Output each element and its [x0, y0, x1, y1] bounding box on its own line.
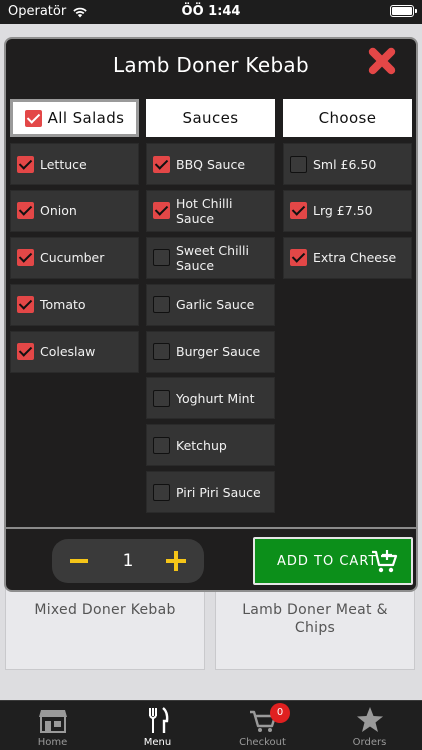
checkbox-checked-icon[interactable]	[17, 343, 34, 361]
checkbox-unchecked-icon[interactable]	[153, 483, 170, 501]
option-label: Sml £6.50	[313, 156, 377, 172]
tab-checkout[interactable]: 0 Checkout	[210, 701, 315, 750]
checkbox-checked-icon[interactable]	[24, 109, 42, 127]
option-garlic-sauce[interactable]: Garlic Sauce	[146, 283, 275, 326]
option-tomato[interactable]: Tomato	[10, 283, 139, 326]
cart-count-badge: 0	[270, 703, 290, 723]
option-cucumber[interactable]: Cucumber	[10, 236, 139, 279]
checkbox-unchecked-icon[interactable]	[153, 249, 170, 267]
battery-icon	[390, 5, 417, 17]
status-bar: Operatör ÖÖ 1:44	[0, 0, 422, 24]
option-piri-piri-sauce[interactable]: Piri Piri Sauce	[146, 471, 275, 514]
option-label: Cucumber	[40, 250, 105, 266]
checkbox-checked-icon[interactable]	[290, 202, 307, 220]
option-small-size[interactable]: Sml £6.50	[283, 143, 412, 185]
checkbox-unchecked-icon[interactable]	[153, 343, 170, 361]
checkbox-unchecked-icon[interactable]	[153, 389, 170, 407]
footer-divider	[6, 527, 416, 529]
tab-home[interactable]: Home	[0, 701, 105, 750]
option-yoghurt-mint[interactable]: Yoghurt Mint	[146, 377, 275, 420]
checkbox-checked-icon[interactable]	[17, 296, 34, 314]
option-label: Hot Chilli Sauce	[176, 195, 233, 226]
tab-bar: Home Menu 0 Checkout Orders	[0, 700, 422, 750]
checkbox-unchecked-icon[interactable]	[153, 436, 170, 454]
salads-column: All Salads Lettuce Onion Cucumber Tomato…	[10, 99, 139, 373]
option-bbq-sauce[interactable]: BBQ Sauce	[146, 143, 275, 185]
star-icon	[357, 707, 383, 732]
sauces-column: Sauces BBQ Sauce Hot Chilli Sauce Sweet …	[146, 99, 275, 514]
checkbox-unchecked-icon[interactable]	[153, 296, 170, 314]
checkbox-checked-icon[interactable]	[153, 202, 170, 220]
choose-column: Choose Sml £6.50 Lrg £7.50 Extra Cheese	[283, 99, 412, 279]
option-label: Garlic Sauce	[176, 297, 255, 313]
tab-menu[interactable]: Menu	[105, 701, 210, 750]
plus-icon[interactable]	[166, 551, 186, 571]
option-label: Lrg £7.50	[313, 203, 373, 219]
option-sweet-chilli-sauce[interactable]: Sweet Chilli Sauce	[146, 236, 275, 279]
product-name: Mixed Doner Kebab	[34, 602, 176, 618]
checkbox-checked-icon[interactable]	[17, 202, 34, 220]
option-large-size[interactable]: Lrg £7.50	[283, 189, 412, 232]
close-icon[interactable]	[362, 41, 402, 81]
quantity-stepper: 1	[52, 539, 204, 583]
store-icon	[39, 710, 67, 733]
option-label: Piri Piri Sauce	[176, 484, 261, 500]
column-header-label: Choose	[318, 109, 377, 127]
option-extra-cheese[interactable]: Extra Cheese	[283, 236, 412, 279]
checkbox-unchecked-icon[interactable]	[290, 155, 307, 173]
choose-header[interactable]: Choose	[283, 99, 412, 137]
product-name: Lamb Doner Meat & Chips	[242, 602, 388, 636]
fork-knife-icon	[149, 707, 169, 733]
option-label: Coleslaw	[40, 344, 96, 360]
add-to-cart-label: ADD TO CART	[277, 553, 378, 569]
checkbox-checked-icon[interactable]	[17, 249, 34, 267]
option-label: Sweet Chilli Sauce	[176, 242, 249, 273]
sauces-header[interactable]: Sauces	[146, 99, 275, 137]
all-salads-toggle[interactable]: All Salads	[10, 99, 139, 137]
checkbox-checked-icon[interactable]	[17, 155, 34, 173]
column-header-label: All Salads	[47, 109, 125, 127]
clock: ÖÖ 1:44	[181, 4, 241, 19]
option-label: Burger Sauce	[176, 344, 261, 360]
add-to-cart-icon	[372, 550, 398, 573]
tab-label: Menu	[143, 737, 172, 748]
option-label: Tomato	[40, 297, 86, 313]
option-label: BBQ Sauce	[176, 156, 246, 172]
option-lettuce[interactable]: Lettuce	[10, 143, 139, 185]
tab-label: Orders	[352, 737, 387, 748]
tab-orders[interactable]: Orders	[317, 701, 422, 750]
tab-label: Checkout	[239, 737, 286, 748]
option-hot-chilli-sauce[interactable]: Hot Chilli Sauce	[146, 189, 275, 232]
option-coleslaw[interactable]: Coleslaw	[10, 330, 139, 373]
add-to-cart-button[interactable]: ADD TO CART	[253, 537, 413, 585]
option-label: Extra Cheese	[313, 250, 397, 266]
option-ketchup[interactable]: Ketchup	[146, 424, 275, 467]
option-onion[interactable]: Onion	[10, 189, 139, 232]
option-burger-sauce[interactable]: Burger Sauce	[146, 330, 275, 373]
modal-title: Lamb Doner Kebab	[112, 53, 309, 77]
option-label: Yoghurt Mint	[176, 390, 255, 406]
option-label: Onion	[40, 203, 77, 219]
checkbox-checked-icon[interactable]	[153, 155, 170, 173]
option-label: Lettuce	[40, 156, 87, 172]
product-options-modal: Lamb Doner Kebab All Salads Lettuce Onio…	[4, 37, 418, 592]
option-label: Ketchup	[176, 437, 227, 453]
checkbox-checked-icon[interactable]	[290, 249, 307, 267]
tab-label: Home	[37, 737, 68, 748]
column-header-label: Sauces	[182, 109, 239, 127]
